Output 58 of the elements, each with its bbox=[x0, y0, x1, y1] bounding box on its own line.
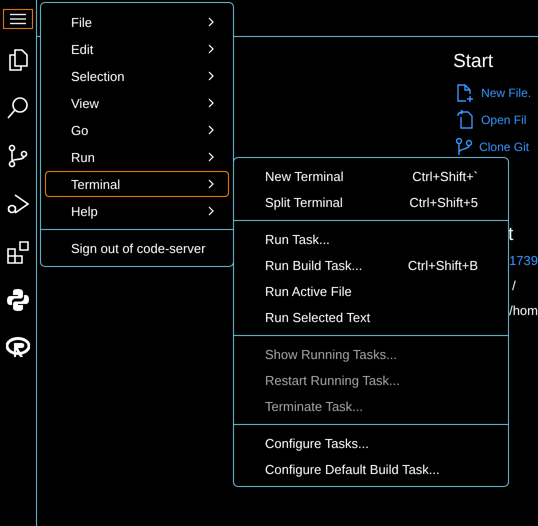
recent-path: /hom bbox=[509, 302, 538, 320]
section-heading: t bbox=[508, 223, 514, 247]
open-file-icon bbox=[456, 110, 474, 130]
start-link[interactable]: Clone Git bbox=[456, 133, 536, 160]
menu-item[interactable]: Run Active File bbox=[234, 278, 508, 304]
shortcut: Ctrl+Shift+` bbox=[412, 168, 478, 184]
menu-item-label: Run Active File bbox=[265, 284, 352, 298]
menu-item[interactable]: Terminal bbox=[45, 171, 229, 197]
menu-item-label: Terminate Task... bbox=[265, 398, 364, 414]
files-icon[interactable] bbox=[6, 48, 30, 72]
menu-item[interactable]: Run Selected Text bbox=[234, 304, 508, 330]
chevron-icon bbox=[208, 206, 214, 216]
chevron-icon bbox=[208, 98, 214, 108]
menu-item[interactable]: Go bbox=[45, 117, 229, 143]
recent-path: / bbox=[512, 277, 517, 295]
new-file-icon bbox=[456, 82, 474, 102]
python-icon[interactable] bbox=[6, 288, 30, 312]
menu-item[interactable]: Selection bbox=[45, 63, 229, 89]
shortcut: Ctrl+Shift+5 bbox=[409, 194, 478, 210]
shortcut: Ctrl+Shift+B bbox=[408, 258, 478, 272]
run-debug-icon[interactable] bbox=[6, 192, 30, 216]
section-heading: Start bbox=[453, 50, 494, 74]
menu-button[interactable] bbox=[3, 9, 34, 29]
menu-item[interactable]: Run bbox=[45, 144, 229, 170]
menu-item[interactable]: New Terminal Ctrl+Shift+` bbox=[234, 163, 508, 189]
search-icon[interactable] bbox=[6, 96, 30, 120]
menu-icon bbox=[9, 13, 28, 25]
menu-item-label: Configure Tasks... bbox=[265, 436, 369, 450]
menu-item[interactable]: Run Task... bbox=[234, 226, 508, 252]
start-link[interactable]: New File. bbox=[456, 79, 536, 106]
menu-item[interactable]: Run Build Task... Ctrl+Shift+B bbox=[234, 252, 508, 278]
chevron-icon bbox=[208, 125, 214, 135]
menu-item[interactable]: Configure Tasks... bbox=[234, 430, 508, 456]
menu-item[interactable]: View bbox=[45, 90, 229, 116]
menu-item-label: Split Terminal bbox=[265, 194, 343, 210]
recent-link[interactable]: 1739 bbox=[509, 248, 538, 273]
menu-item[interactable]: Configure Default Build Task... bbox=[234, 456, 508, 482]
chevron-icon bbox=[208, 71, 214, 81]
menu-item-label: Configure Default Build Task... bbox=[265, 462, 440, 476]
menu-item-label: Run Task... bbox=[265, 232, 330, 246]
menu-item[interactable]: Sign out of code-server bbox=[45, 235, 229, 261]
chevron-icon bbox=[208, 17, 214, 27]
menu-item[interactable]: Help bbox=[45, 198, 229, 224]
menu-item[interactable]: Edit bbox=[45, 36, 229, 62]
branch-icon bbox=[456, 138, 472, 155]
menu-item-label: Run Selected Text bbox=[265, 310, 370, 324]
chevron-icon bbox=[208, 179, 214, 189]
chevron-icon bbox=[208, 44, 214, 54]
chevron-icon bbox=[208, 152, 214, 162]
menu-item-label: Show Running Tasks... bbox=[265, 346, 397, 362]
menu-item[interactable]: Split Terminal Ctrl+Shift+5 bbox=[234, 189, 508, 215]
start-link[interactable]: Open Fil bbox=[456, 106, 536, 133]
extensions-icon[interactable] bbox=[6, 240, 30, 264]
menu-item-label: New Terminal bbox=[265, 168, 344, 184]
menu-item-label: Run Build Task... bbox=[265, 258, 362, 272]
menu-item-label: Restart Running Task... bbox=[265, 372, 400, 388]
r-logo-icon[interactable] bbox=[6, 336, 30, 360]
menu-item[interactable]: File bbox=[45, 9, 229, 35]
